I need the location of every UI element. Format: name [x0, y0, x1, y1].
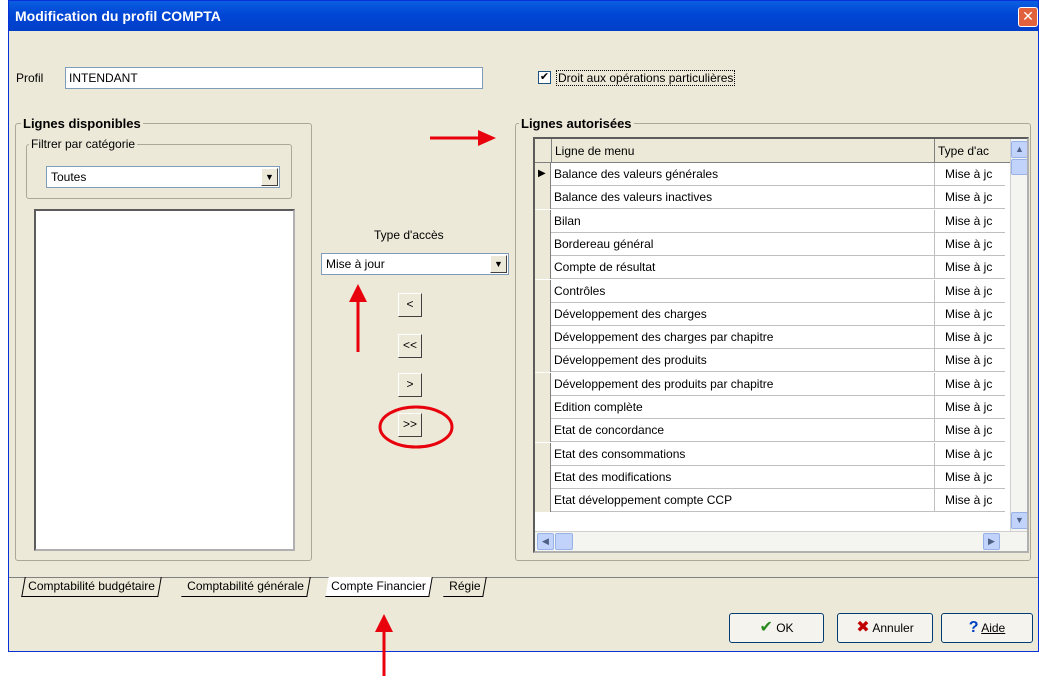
highlight-circle-annotation — [378, 405, 454, 449]
annotation-overlay — [349, 130, 496, 676]
